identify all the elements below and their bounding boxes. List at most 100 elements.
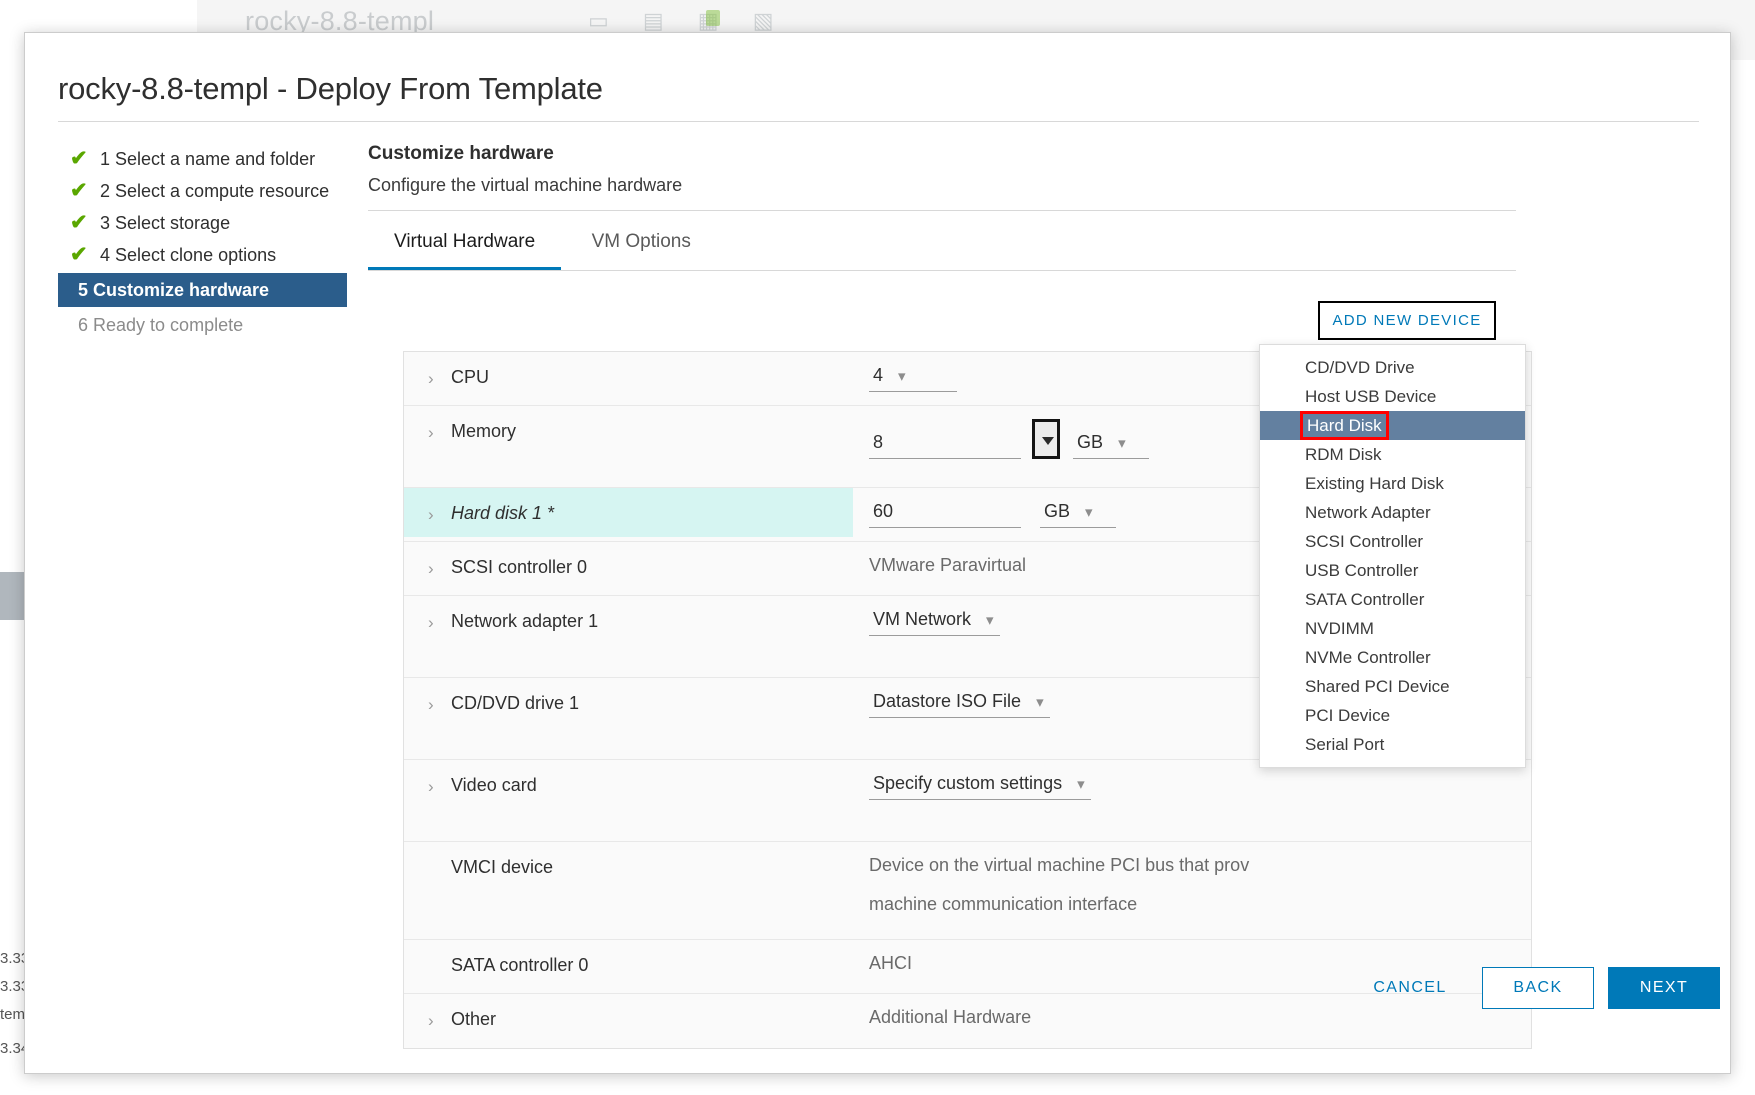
row-value-cell: Device on the virtual machine PCI bus th… <box>853 842 1531 925</box>
hard-disk-size-input[interactable]: 60 <box>869 501 1021 528</box>
checkmark-icon: ✔ <box>70 243 88 266</box>
wizard-step-6-number: 6 <box>78 315 94 335</box>
menu-item-sata-controller[interactable]: SATA Controller <box>1260 585 1525 614</box>
chevron-right-icon[interactable]: › <box>428 695 434 715</box>
table-row-vmci-device: VMCI device Device on the virtual machin… <box>404 842 1531 940</box>
table-row-video-card[interactable]: › Video card Specify custom settings ▾ <box>404 760 1531 842</box>
row-label-cell: › Network adapter 1 <box>404 596 853 645</box>
wizard-step-2[interactable]: ✔ 2 Select a compute resource <box>58 175 368 207</box>
checkmark-icon: ✔ <box>70 147 88 170</box>
menu-item-host-usb-device[interactable]: Host USB Device <box>1260 382 1525 411</box>
add-new-device-menu: CD/DVD Drive Host USB Device Hard Disk R… <box>1259 344 1526 768</box>
menu-item-network-adapter[interactable]: Network Adapter <box>1260 498 1525 527</box>
pane-subtitle: Configure the virtual machine hardware <box>368 175 683 195</box>
wizard-step-5[interactable]: 5 Customize hardware <box>58 273 347 307</box>
video-card-settings-select[interactable]: Specify custom settings ▾ <box>869 773 1091 800</box>
dialog-title: rocky-8.8-templ - Deploy From Template <box>58 71 603 106</box>
chevron-right-icon[interactable]: › <box>428 559 434 579</box>
video-card-settings-value: Specify custom settings <box>873 773 1063 793</box>
wizard-step-2-label: Select a compute resource <box>115 181 330 201</box>
background-status-icon <box>706 10 720 26</box>
row-label-cell: › Memory <box>404 406 853 455</box>
wizard-step-3-number: 3 <box>100 213 116 233</box>
row-label-cell: › Video card <box>404 760 853 809</box>
chevron-right-icon[interactable]: › <box>428 505 434 525</box>
title-divider <box>58 121 1699 122</box>
cpu-count-select[interactable]: 4 ▾ <box>869 365 957 392</box>
tab-virtual-hardware[interactable]: Virtual Hardware <box>368 227 562 270</box>
hardware-label-memory: Memory <box>451 421 517 441</box>
chevron-down-icon: ▾ <box>1118 435 1126 452</box>
wizard-step-2-number: 2 <box>100 181 116 201</box>
wizard-step-5-label: Customize hardware <box>93 280 270 300</box>
content-pane: Customize hardware Configure the virtual… <box>368 143 1706 271</box>
chevron-down-icon: ▾ <box>1036 694 1044 711</box>
menu-item-scsi-controller[interactable]: SCSI Controller <box>1260 527 1525 556</box>
memory-unit-select[interactable]: GB ▾ <box>1073 432 1150 459</box>
wizard-step-3-label: Select storage <box>115 213 231 233</box>
cpu-count-value: 4 <box>873 365 884 385</box>
tab-vm-options[interactable]: VM Options <box>566 227 717 267</box>
menu-item-usb-controller[interactable]: USB Controller <box>1260 556 1525 585</box>
menu-item-cd-dvd-drive[interactable]: CD/DVD Drive <box>1260 353 1525 382</box>
wizard-step-4[interactable]: ✔ 4 Select clone options <box>58 239 368 271</box>
dialog-footer: CANCEL BACK NEXT <box>25 967 1730 1017</box>
row-label-cell: › CD/DVD drive 1 <box>404 678 853 727</box>
row-label-cell: VMCI device <box>404 842 853 891</box>
menu-item-hard-disk[interactable]: Hard Disk <box>1260 411 1525 440</box>
hardware-label-video-card: Video card <box>451 775 537 795</box>
wizard-steps: ✔ 1 Select a name and folder ✔ 2 Select … <box>58 143 368 341</box>
menu-item-existing-hard-disk[interactable]: Existing Hard Disk <box>1260 469 1525 498</box>
chevron-right-icon[interactable]: › <box>428 777 434 797</box>
wizard-step-1-label: Select a name and folder <box>115 149 316 169</box>
checkmark-icon: ✔ <box>70 211 88 234</box>
deploy-from-template-dialog: rocky-8.8-templ - Deploy From Template ✔… <box>24 32 1731 1074</box>
menu-item-rdm-disk[interactable]: RDM Disk <box>1260 440 1525 469</box>
row-label-cell: › Hard disk 1 * <box>404 488 853 537</box>
menu-item-shared-pci-device[interactable]: Shared PCI Device <box>1260 672 1525 701</box>
cd-dvd-source-value: Datastore ISO File <box>873 691 1022 711</box>
hardware-label-hard-disk-1: Hard disk 1 * <box>451 503 555 523</box>
chevron-down-icon: ▾ <box>986 612 994 629</box>
next-button[interactable]: NEXT <box>1608 967 1720 1009</box>
background-toolbar-icons: ▭ ▤ ▦ ▧ <box>588 8 788 33</box>
row-label-cell: › CPU <box>404 352 853 401</box>
pane-divider <box>368 210 1516 211</box>
network-adapter-select[interactable]: VM Network ▾ <box>869 609 1000 636</box>
menu-item-serial-port[interactable]: Serial Port <box>1260 730 1525 759</box>
hardware-label-cd-dvd-drive-1: CD/DVD drive 1 <box>451 693 580 713</box>
wizard-step-4-number: 4 <box>100 245 116 265</box>
hardware-label-network-adapter-1: Network adapter 1 <box>451 611 599 631</box>
wizard-step-4-label: Select clone options <box>115 245 277 265</box>
wizard-step-6[interactable]: 6 Ready to complete <box>58 309 368 341</box>
chevron-down-icon: ▾ <box>1077 776 1085 793</box>
cd-dvd-source-select[interactable]: Datastore ISO File ▾ <box>869 691 1050 718</box>
wizard-step-3[interactable]: ✔ 3 Select storage <box>58 207 368 239</box>
hard-disk-unit-select[interactable]: GB ▾ <box>1040 501 1117 528</box>
cancel-button[interactable]: CANCEL <box>1350 967 1470 1009</box>
wizard-step-1[interactable]: ✔ 1 Select a name and folder <box>58 143 368 175</box>
checkmark-icon: ✔ <box>70 179 88 202</box>
background-metric-3: tem <box>0 1006 26 1023</box>
hardware-label-vmci-device: VMCI device <box>451 857 554 877</box>
row-label-cell: › SCSI controller 0 <box>404 542 853 591</box>
memory-size-input[interactable]: 8 <box>869 432 1021 459</box>
wizard-step-1-number: 1 <box>100 149 116 169</box>
hard-disk-unit-value: GB <box>1044 501 1071 521</box>
hardware-label-scsi-controller-0: SCSI controller 0 <box>451 557 588 577</box>
chevron-right-icon[interactable]: › <box>428 423 434 443</box>
menu-item-hard-disk-label: Hard Disk <box>1300 411 1389 440</box>
menu-item-nvme-controller[interactable]: NVMe Controller <box>1260 643 1525 672</box>
menu-item-pci-device[interactable]: PCI Device <box>1260 701 1525 730</box>
hardware-label-cpu: CPU <box>451 367 490 387</box>
network-adapter-value: VM Network <box>873 609 972 629</box>
memory-unit-value: GB <box>1077 432 1104 452</box>
chevron-down-icon: ▾ <box>898 368 906 385</box>
memory-unit-dropdown-button[interactable] <box>1032 419 1061 459</box>
chevron-right-icon[interactable]: › <box>428 613 434 633</box>
back-button[interactable]: BACK <box>1482 967 1594 1009</box>
vmci-description-line-2: machine communication interface <box>869 894 1138 914</box>
chevron-right-icon[interactable]: › <box>428 369 434 389</box>
menu-item-nvdimm[interactable]: NVDIMM <box>1260 614 1525 643</box>
add-new-device-button[interactable]: ADD NEW DEVICE <box>1318 301 1496 340</box>
